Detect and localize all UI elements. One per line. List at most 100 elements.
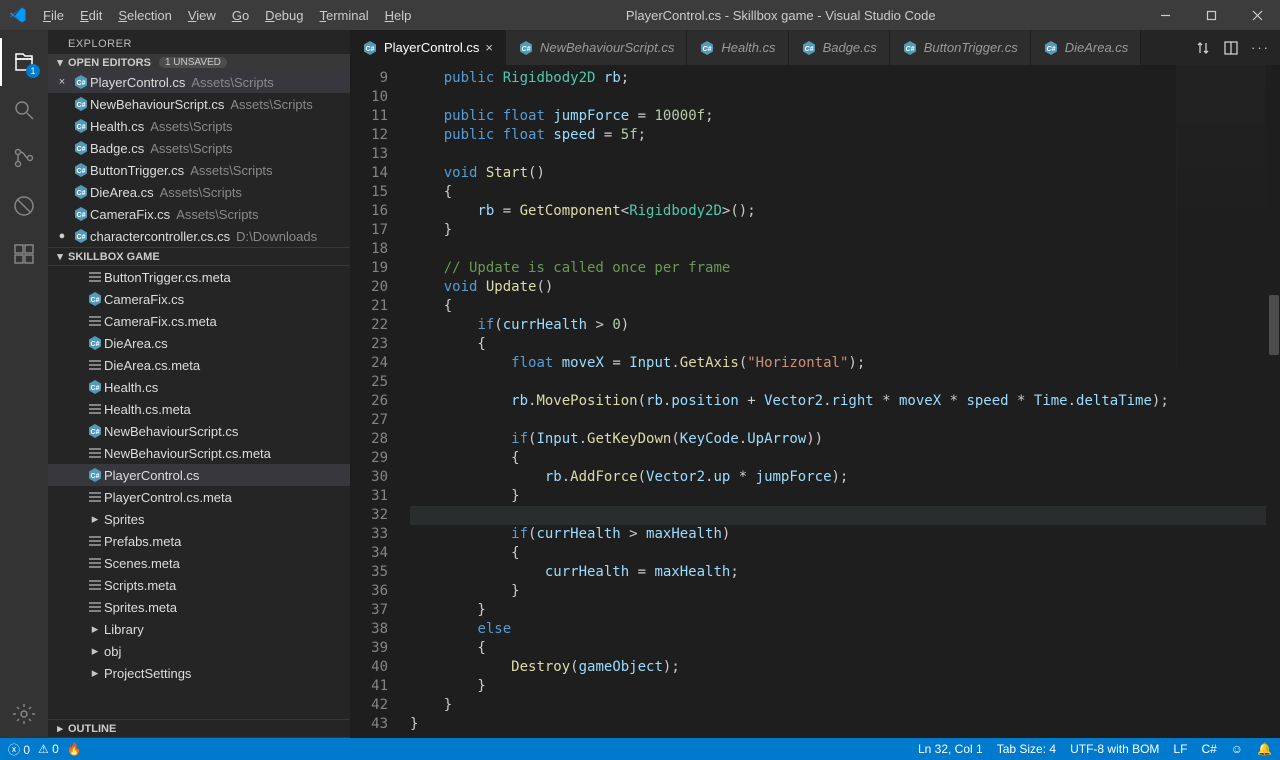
- status-warnings[interactable]: ⚠ 0: [38, 742, 59, 756]
- menu-view[interactable]: View: [180, 8, 224, 23]
- menu-terminal[interactable]: Terminal: [311, 8, 376, 23]
- item-label: Prefabs.meta: [104, 534, 181, 549]
- svg-text:C#: C#: [703, 46, 712, 53]
- close-button[interactable]: [1234, 0, 1280, 30]
- minimize-button[interactable]: [1142, 0, 1188, 30]
- workspace-header[interactable]: ▾ SKILLBOX GAME: [48, 247, 350, 266]
- file-item[interactable]: C#PlayerControl.cs: [48, 464, 350, 486]
- file-path: Assets\Scripts: [160, 185, 242, 200]
- folder-item[interactable]: ▸Sprites: [48, 508, 350, 530]
- minimap[interactable]: [1176, 65, 1266, 365]
- close-icon[interactable]: ×: [485, 40, 493, 55]
- item-label: Scenes.meta: [104, 556, 180, 571]
- file-item[interactable]: C#NewBehaviourScript.cs: [48, 420, 350, 442]
- csharp-file-icon: C#: [72, 206, 90, 222]
- svg-text:C#: C#: [521, 46, 530, 53]
- folder-item[interactable]: ▸Library: [48, 618, 350, 640]
- file-item[interactable]: C#Health.cs: [48, 376, 350, 398]
- chevron-down-icon: ▾: [52, 56, 68, 69]
- file-item[interactable]: Scripts.meta: [48, 574, 350, 596]
- activity-extensions[interactable]: [0, 230, 48, 278]
- editor-tab[interactable]: C#NewBehaviourScript.cs×: [506, 30, 687, 65]
- menu-go[interactable]: Go: [224, 8, 257, 23]
- status-tabsize[interactable]: Tab Size: 4: [997, 742, 1056, 756]
- editor-tab[interactable]: C#Badge.cs×: [789, 30, 890, 65]
- activity-debug[interactable]: [0, 182, 48, 230]
- file-item[interactable]: C#CameraFix.cs: [48, 288, 350, 310]
- code-content[interactable]: public Rigidbody2D rb; public float jump…: [406, 65, 1280, 738]
- status-errors[interactable]: ⓧ 0: [8, 741, 30, 758]
- svg-text:C#: C#: [1046, 46, 1055, 53]
- editor-scrollbar[interactable]: [1266, 65, 1280, 738]
- item-label: Library: [104, 622, 144, 637]
- more-icon[interactable]: ···: [1251, 40, 1270, 55]
- menu-selection[interactable]: Selection: [110, 8, 179, 23]
- file-item[interactable]: Prefabs.meta: [48, 530, 350, 552]
- file-item[interactable]: CameraFix.cs.meta: [48, 310, 350, 332]
- open-editor-item[interactable]: C#Health.csAssets\Scripts: [48, 115, 350, 137]
- open-editor-item[interactable]: C#CameraFix.csAssets\Scripts: [48, 203, 350, 225]
- code-area[interactable]: 9101112131415161718192021222324252627282…: [350, 65, 1280, 738]
- editor-tab[interactable]: C#DieArea.cs×: [1031, 30, 1142, 65]
- compare-icon[interactable]: [1195, 40, 1211, 56]
- activity-search[interactable]: [0, 86, 48, 134]
- open-editor-item[interactable]: C#DieArea.csAssets\Scripts: [48, 181, 350, 203]
- item-label: ButtonTrigger.cs.meta: [104, 270, 231, 285]
- file-label: ButtonTrigger.cs: [90, 163, 184, 178]
- status-eol[interactable]: LF: [1173, 742, 1187, 756]
- menu-file[interactable]: File: [35, 8, 72, 23]
- lines-file-icon: [86, 445, 104, 461]
- status-lncol[interactable]: Ln 32, Col 1: [918, 742, 983, 756]
- status-feedback-icon[interactable]: ☺: [1231, 742, 1243, 756]
- activity-settings[interactable]: [0, 690, 48, 738]
- activity-scm[interactable]: [0, 134, 48, 182]
- status-bell-icon[interactable]: 🔔: [1257, 742, 1272, 756]
- open-editor-item[interactable]: C#ButtonTrigger.csAssets\Scripts: [48, 159, 350, 181]
- svg-text:C#: C#: [91, 297, 100, 304]
- file-label: Badge.cs: [90, 141, 144, 156]
- open-editors-header[interactable]: ▾ OPEN EDITORS 1 UNSAVED: [48, 54, 350, 71]
- file-item[interactable]: NewBehaviourScript.cs.meta: [48, 442, 350, 464]
- menu-debug[interactable]: Debug: [257, 8, 311, 23]
- maximize-button[interactable]: [1188, 0, 1234, 30]
- file-item[interactable]: DieArea.cs.meta: [48, 354, 350, 376]
- csharp-file-icon: C#: [72, 162, 90, 178]
- status-lang[interactable]: C#: [1201, 742, 1216, 756]
- editor-tab[interactable]: C#ButtonTrigger.cs×: [890, 30, 1031, 65]
- editor-tab[interactable]: C#Health.cs×: [687, 30, 788, 65]
- file-item[interactable]: PlayerControl.cs.meta: [48, 486, 350, 508]
- file-item[interactable]: ButtonTrigger.cs.meta: [48, 266, 350, 288]
- menu-help[interactable]: Help: [377, 8, 420, 23]
- file-item[interactable]: Health.cs.meta: [48, 398, 350, 420]
- split-editor-icon[interactable]: [1223, 40, 1239, 56]
- outline-header[interactable]: ▸ OUTLINE: [48, 719, 350, 738]
- open-editor-item[interactable]: ×C#PlayerControl.csAssets\Scripts: [48, 71, 350, 93]
- activity-explorer[interactable]: 1: [0, 38, 48, 86]
- svg-text:C#: C#: [366, 46, 375, 53]
- item-label: PlayerControl.cs.meta: [104, 490, 232, 505]
- file-label: NewBehaviourScript.cs: [90, 97, 224, 112]
- file-item[interactable]: C#DieArea.cs: [48, 332, 350, 354]
- editor-tab[interactable]: C#PlayerControl.cs×: [350, 30, 506, 65]
- scrollbar-thumb[interactable]: [1269, 295, 1279, 355]
- folder-item[interactable]: ▸obj: [48, 640, 350, 662]
- file-label: DieArea.cs: [90, 185, 154, 200]
- explorer-badge: 1: [26, 64, 40, 78]
- open-editor-item[interactable]: ●C#charactercontroller.cs.csD:\Downloads: [48, 225, 350, 247]
- close-icon[interactable]: ×: [52, 76, 72, 88]
- file-item[interactable]: Sprites.meta: [48, 596, 350, 618]
- status-encoding[interactable]: UTF-8 with BOM: [1070, 742, 1159, 756]
- svg-text:C#: C#: [77, 80, 86, 87]
- folder-item[interactable]: ▸ProjectSettings: [48, 662, 350, 684]
- item-label: Sprites: [104, 512, 144, 527]
- svg-text:C#: C#: [91, 473, 100, 480]
- file-item[interactable]: Scenes.meta: [48, 552, 350, 574]
- svg-text:C#: C#: [77, 212, 86, 219]
- item-label: NewBehaviourScript.cs: [104, 424, 238, 439]
- open-editor-item[interactable]: C#Badge.csAssets\Scripts: [48, 137, 350, 159]
- chevron-right-icon: ▸: [52, 722, 68, 735]
- menu-edit[interactable]: Edit: [72, 8, 110, 23]
- status-flame-icon[interactable]: 🔥: [67, 742, 82, 756]
- open-editor-item[interactable]: C#NewBehaviourScript.csAssets\Scripts: [48, 93, 350, 115]
- tab-label: Badge.cs: [823, 40, 877, 55]
